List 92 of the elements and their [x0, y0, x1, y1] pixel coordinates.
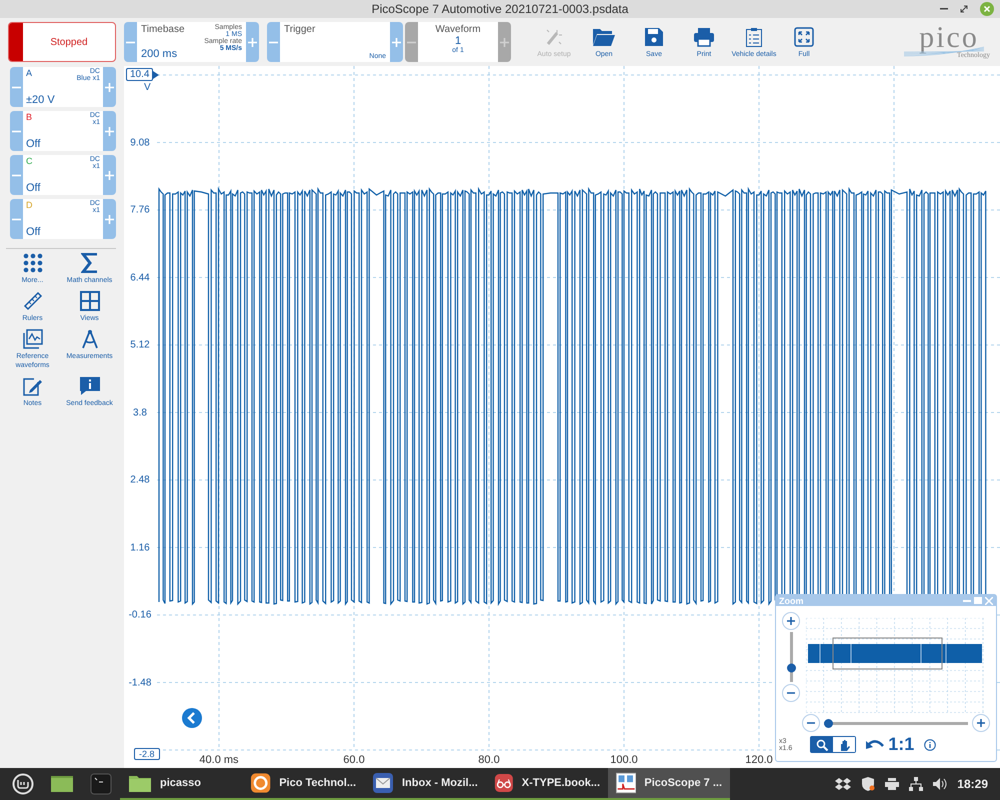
x-axis-label: 40.0 ms: [199, 754, 239, 766]
plus-icon: [248, 38, 257, 46]
zoom-out-button[interactable]: [782, 684, 800, 702]
waveform-icon: [22, 329, 42, 349]
slider-thumb[interactable]: [786, 664, 796, 672]
y-axis-label: -0.16: [128, 610, 152, 620]
run-stop-button[interactable]: Stopped: [8, 22, 116, 62]
glasses-icon: [494, 772, 514, 794]
printer-icon[interactable]: [885, 778, 900, 790]
restore-icon[interactable]: [960, 5, 968, 13]
zoom-tool-button[interactable]: [811, 737, 834, 752]
zoom-in-button[interactable]: [782, 612, 800, 630]
slider-thumb[interactable]: [824, 718, 833, 728]
hand-icon: [838, 738, 850, 750]
y-axis-label: -1.48: [128, 677, 152, 688]
reset-zoom-label[interactable]: 1:1: [888, 734, 914, 755]
taskbar-item[interactable]: Inbox - Mozil...: [364, 768, 486, 800]
plus-icon: [105, 170, 114, 180]
clock: 18:29: [957, 777, 988, 791]
waveform-index: 1: [454, 35, 462, 47]
timebase-value: 200 ms: [141, 48, 178, 60]
range-value: ±20 V: [26, 94, 56, 106]
sigma-icon: [80, 253, 98, 273]
window-icon: [50, 774, 74, 794]
x-axis-label: 120.0: [745, 754, 773, 766]
y-axis-label: 1.16: [129, 542, 151, 553]
plus-icon: [787, 617, 795, 625]
zoom-title: Zoom: [779, 596, 804, 606]
x-axis-label: 80.0: [478, 754, 500, 766]
x-axis-label: 100.0: [610, 754, 638, 766]
plus-icon: [105, 214, 114, 224]
menu-icon: [12, 773, 34, 795]
range-value: Off: [26, 138, 42, 150]
vertical-zoom-slider[interactable]: [786, 632, 796, 682]
scope-app-icon: [616, 771, 636, 795]
y-min-label: -2.8: [134, 748, 160, 760]
save-icon: [644, 26, 664, 46]
channel-name: D: [26, 200, 32, 212]
y-axis-label: 7.76: [129, 204, 151, 216]
trigger-label: Trigger: [284, 24, 316, 35]
y-axis-label: 6.44: [129, 272, 151, 283]
envelope-icon: [372, 772, 394, 794]
minimize-icon[interactable]: [940, 8, 948, 10]
timebase-label: Timebase: [141, 24, 185, 35]
chevron-left-icon[interactable]: [182, 708, 202, 728]
y-axis-label: 3.8: [132, 407, 148, 418]
feedback-icon: [78, 376, 100, 396]
y-unit: V: [144, 82, 151, 93]
taskbar-item[interactable]: picasso: [120, 768, 242, 800]
channel-name: A: [26, 68, 32, 80]
volume-icon[interactable]: [933, 778, 948, 790]
plus-icon: [105, 82, 114, 92]
plus-icon: [977, 719, 985, 727]
y-axis-label: 2.48: [129, 474, 151, 486]
range-value: Off: [26, 226, 42, 238]
wand-icon: [544, 26, 564, 46]
grid-icon: [80, 291, 100, 311]
taskbar-item[interactable]: X-TYPE.book...: [486, 768, 608, 800]
y-axis-label: 9.08: [129, 137, 151, 148]
terminal-icon: [90, 773, 112, 795]
undo-icon[interactable]: [866, 738, 884, 752]
x-axis-label: 60.0: [343, 754, 365, 766]
dropbox-icon[interactable]: [835, 777, 852, 791]
window-title: PicoScope 7 Automotive 20210721-0003.psdata: [372, 2, 628, 16]
y-max-label: 10.4: [126, 68, 154, 81]
compass-icon: [80, 329, 100, 349]
ruler-icon: [22, 291, 42, 311]
logo-wordmark: pico: [919, 25, 979, 51]
y-axis-label: 5.12: [129, 340, 151, 350]
zoom-out-button[interactable]: [802, 714, 820, 732]
info-icon[interactable]: [924, 738, 936, 750]
printer-icon: [693, 26, 715, 46]
plus-icon: [105, 126, 114, 136]
shield-icon[interactable]: [861, 777, 876, 791]
browser-icon: [250, 772, 272, 794]
clipboard-icon: [745, 26, 763, 46]
plus-icon: [392, 38, 401, 46]
channel-name: C: [26, 156, 32, 168]
fullscreen-icon: [794, 26, 814, 46]
dots-grid-icon: [22, 253, 42, 273]
waveform-label: Waveform: [435, 24, 481, 35]
folder-icon: [592, 26, 616, 46]
taskbar-item[interactable]: PicoScope 7 ...: [608, 768, 730, 800]
network-icon[interactable]: [909, 777, 924, 791]
taskbar-item[interactable]: Pico Technol...: [242, 768, 364, 800]
magnifier-icon: [816, 738, 829, 750]
channel-name: B: [26, 112, 32, 124]
folder-icon: [128, 773, 152, 793]
range-value: Off: [26, 182, 42, 194]
zoom-in-button[interactable]: [972, 714, 990, 732]
notepad-icon: [22, 376, 42, 396]
plus-icon: [500, 38, 509, 46]
